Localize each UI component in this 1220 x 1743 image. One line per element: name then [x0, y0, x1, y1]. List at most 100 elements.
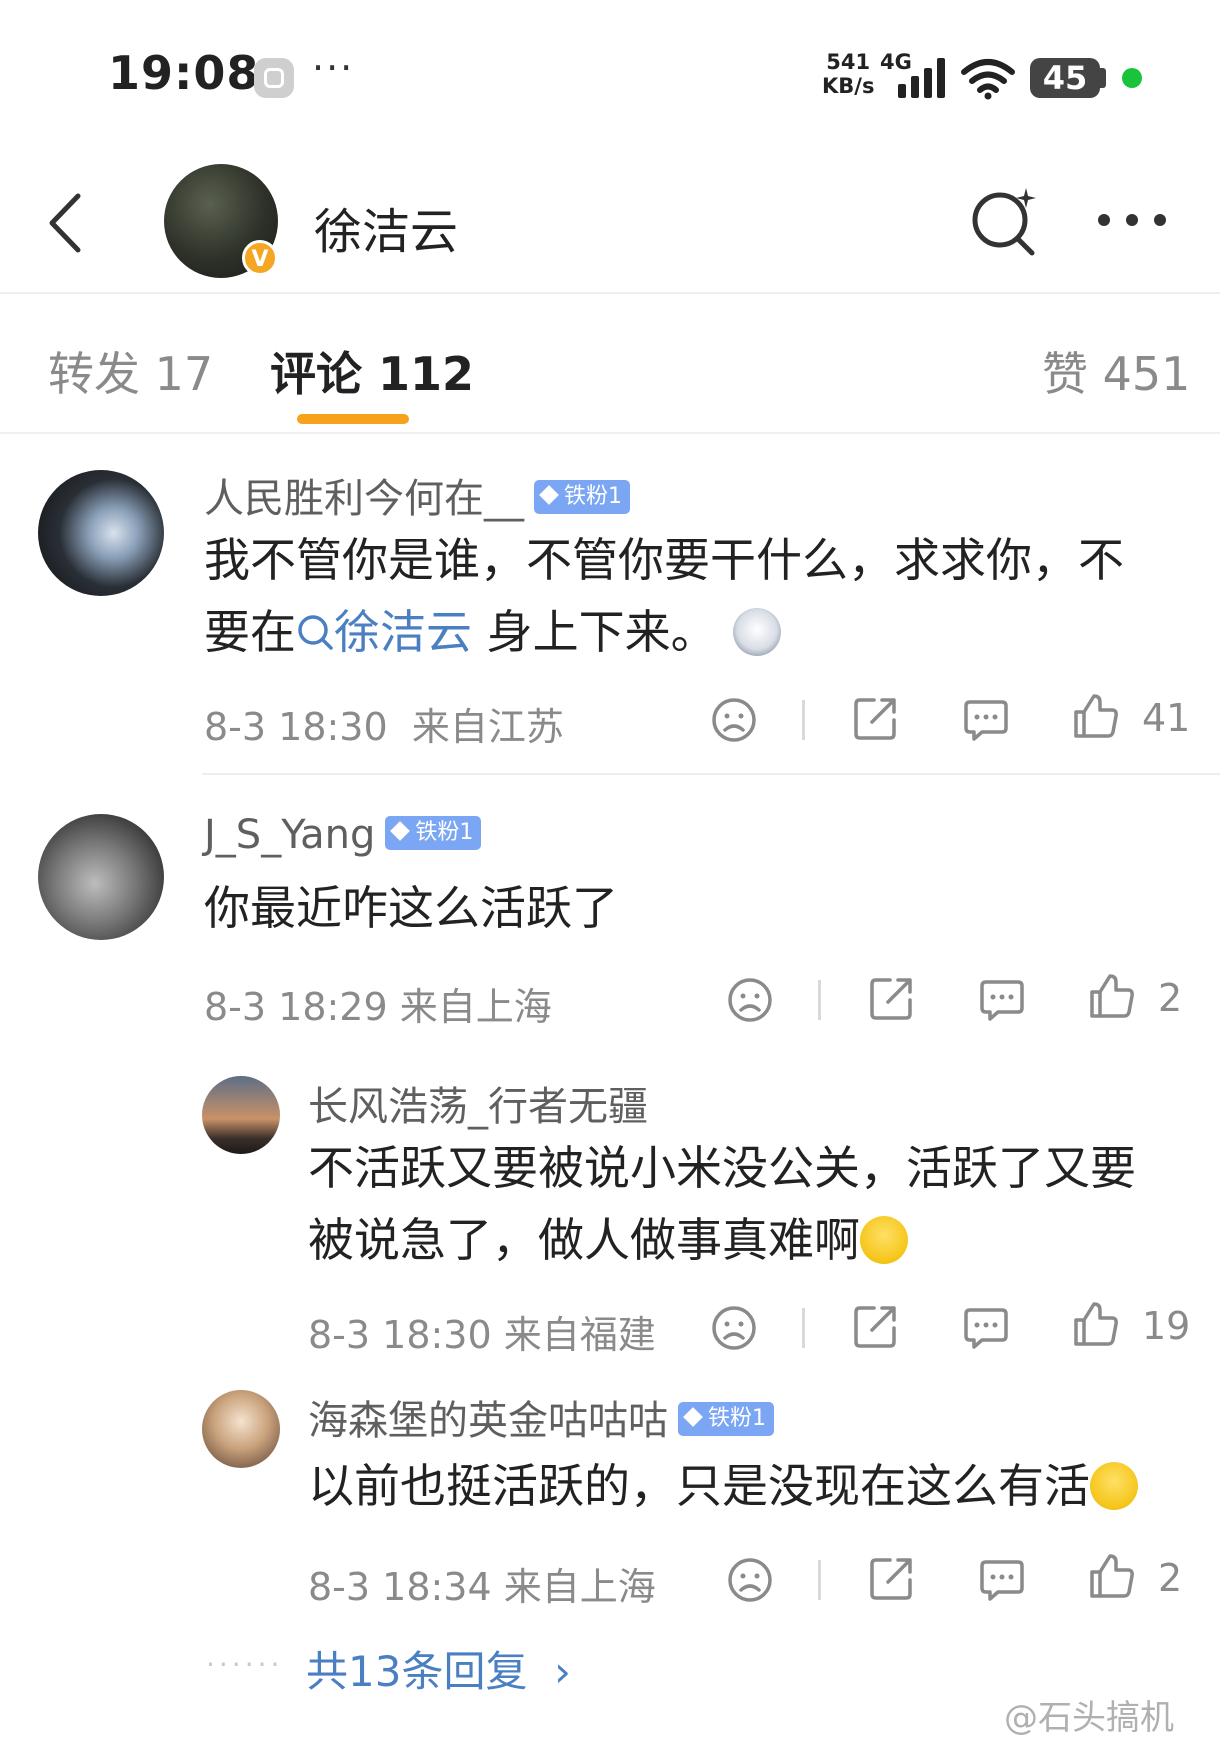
tabs-divider — [0, 432, 1220, 434]
mention-text[interactable]: 徐洁云 — [334, 605, 472, 659]
share-icon[interactable] — [852, 1302, 900, 1350]
like-icon[interactable] — [1072, 1300, 1120, 1348]
diamond-icon — [539, 485, 559, 505]
more-replies-label[interactable]: 共13条回复 — [306, 1647, 527, 1696]
reply-username[interactable]: 长风浩荡_行者无疆 — [308, 1074, 648, 1132]
comment-text: 你最近咋这么活跃了 — [204, 881, 618, 935]
fan-badge-label: 铁粉1 — [708, 1406, 766, 1431]
reply-time: 8-3 18:30 — [308, 1313, 492, 1357]
network-speed-value: 541 — [826, 50, 871, 74]
reply-avatar[interactable] — [202, 1076, 280, 1154]
like-count: 2 — [1158, 1556, 1183, 1600]
fan-badge: 铁粉1 — [385, 816, 482, 850]
share-icon[interactable] — [852, 694, 900, 742]
comment-text-line: 要在 徐洁云 身上下来。 — [204, 596, 1194, 668]
action-divider — [818, 980, 821, 1020]
action-divider — [802, 700, 805, 740]
dislike-icon[interactable] — [710, 696, 758, 744]
husky-emoji-icon — [732, 607, 781, 656]
reply-time: 8-3 18:34 — [308, 1565, 492, 1609]
fan-badge-label: 铁粉1 — [564, 484, 622, 509]
reply-text: 不活跃又要被说小米没公关，活跃了又要 被说急了，做人做事真难啊 — [308, 1132, 1198, 1276]
more-replies-link[interactable]: 共13条回复 › — [306, 1638, 571, 1699]
like-icon[interactable] — [1088, 1552, 1136, 1600]
reply-meta: 8-3 18:30 来自福建 — [308, 1304, 656, 1359]
comment-username[interactable]: 人民胜利今何在__ 铁粉1 — [204, 466, 630, 524]
fan-badge-label: 铁粉1 — [415, 820, 474, 845]
comment-location: 来自上海 — [399, 985, 552, 1029]
share-icon[interactable] — [868, 974, 916, 1022]
chevron-right-icon: › — [554, 1647, 571, 1696]
mention-link[interactable]: 徐洁云 — [296, 605, 472, 659]
reply-location: 来自上海 — [503, 1565, 656, 1609]
owner-name[interactable]: 徐洁云 — [314, 192, 458, 262]
comment-text: 我不管你是谁，不管你要干什么，求求你，不 要在 徐洁云 身上下来。 — [204, 524, 1194, 668]
comment-text-line: 我不管你是谁，不管你要干什么，求求你，不 — [204, 533, 1124, 587]
reply-text: 以前也挺活跃的，只是没现在这么有活 — [308, 1450, 1198, 1522]
tab-reposts[interactable]: 转发 17 — [48, 338, 213, 404]
comment-time: 8-3 18:30 — [204, 705, 388, 749]
like-count: 41 — [1142, 696, 1191, 740]
dislike-icon[interactable] — [726, 1556, 774, 1604]
comment-icon[interactable] — [962, 696, 1010, 744]
privacy-indicator-dot — [1122, 68, 1142, 88]
status-more-icon: ··· — [312, 46, 355, 90]
search-icon[interactable] — [968, 184, 1042, 258]
crying-emoji-icon — [860, 1215, 908, 1264]
more-options-icon[interactable] — [1092, 208, 1172, 232]
comment-icon[interactable] — [962, 1304, 1010, 1352]
signal-icon — [898, 58, 948, 98]
reply-username[interactable]: 海森堡的英金咕咕咕 铁粉1 — [308, 1388, 774, 1446]
back-icon[interactable] — [40, 188, 100, 258]
watermark: @石头搞机 — [1004, 1698, 1174, 1738]
reply-meta: 8-3 18:34 来自上海 — [308, 1556, 656, 1611]
tab-comments[interactable]: 评论 112 — [270, 338, 474, 404]
comment-meta: 8-3 18:29 来自上海 — [204, 976, 552, 1031]
share-icon[interactable] — [868, 1554, 916, 1602]
fan-badge: 铁粉1 — [678, 1402, 774, 1436]
crying-emoji-icon — [1090, 1461, 1138, 1510]
reply-text-segment: 以前也挺活跃的，只是没现在这么有活 — [308, 1459, 1090, 1513]
like-icon[interactable] — [1072, 692, 1120, 740]
diamond-icon — [683, 1407, 703, 1427]
reply-avatar[interactable] — [202, 1390, 280, 1468]
comment-username-text[interactable]: 人民胜利今何在__ — [204, 476, 524, 522]
search-small-icon — [298, 614, 333, 650]
network-speed: 541 KB/s — [822, 50, 874, 98]
battery-tip — [1100, 68, 1106, 88]
dotted-leader: ······ — [206, 1648, 284, 1681]
comment-meta: 8-3 18:30 来自江苏 — [204, 696, 564, 751]
reply-text-line: 不活跃又要被说小米没公关，活跃了又要 — [308, 1141, 1136, 1195]
comment-avatar[interactable] — [38, 814, 164, 940]
diamond-icon — [390, 821, 411, 841]
reply-text-line: 被说急了，做人做事真难啊 — [308, 1204, 1198, 1276]
reply-text-segment: 被说急了，做人做事真难啊 — [308, 1213, 860, 1267]
fan-badge: 铁粉1 — [534, 480, 630, 514]
status-time: 19:08 — [108, 46, 260, 100]
comment-text-segment: 身上下来。 — [472, 605, 717, 659]
dislike-icon[interactable] — [710, 1304, 758, 1352]
verified-badge-icon: V — [242, 240, 278, 276]
battery-indicator: 45 — [1030, 58, 1100, 98]
comment-icon[interactable] — [978, 976, 1026, 1024]
tab-likes[interactable]: 赞 451 — [1042, 338, 1190, 404]
like-count: 19 — [1142, 1304, 1191, 1348]
header-divider — [0, 292, 1220, 294]
reply-username-text[interactable]: 海森堡的英金咕咕咕 — [308, 1398, 668, 1444]
reply-location: 来自福建 — [503, 1313, 656, 1357]
active-tab-indicator — [297, 414, 409, 424]
app-notification-icon — [254, 58, 294, 98]
comment-icon[interactable] — [978, 1556, 1026, 1604]
comment-divider — [202, 773, 1220, 775]
network-speed-unit: KB/s — [822, 74, 875, 98]
comment-username-text[interactable]: J_S_Yang — [204, 812, 375, 858]
dislike-icon[interactable] — [726, 976, 774, 1024]
comment-time: 8-3 18:29 — [204, 985, 388, 1029]
like-icon[interactable] — [1088, 972, 1136, 1020]
action-divider — [802, 1308, 805, 1348]
comment-location: 来自江苏 — [411, 705, 564, 749]
wifi-icon — [961, 59, 1015, 100]
comment-avatar[interactable] — [38, 470, 164, 596]
comment-username[interactable]: J_S_Yang 铁粉1 — [204, 812, 482, 858]
comment-text-segment: 要在 — [204, 605, 296, 659]
